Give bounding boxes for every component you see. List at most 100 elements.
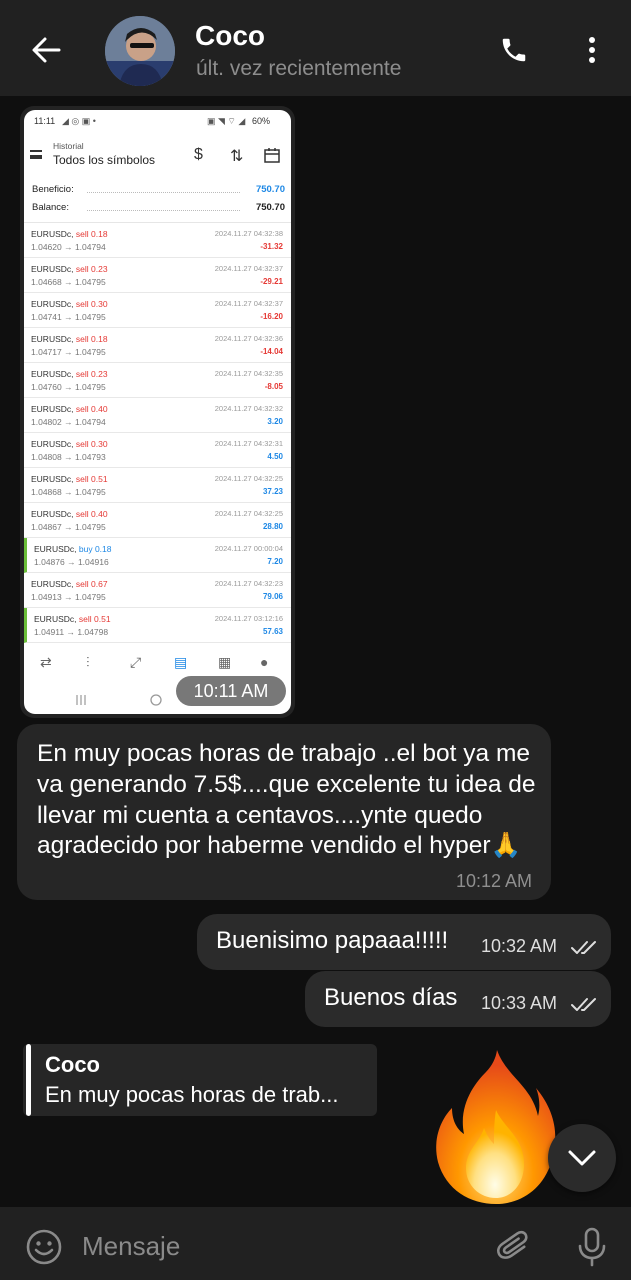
summary-row: Beneficio: 750.70	[32, 184, 285, 200]
trade-time: 2024.11.27 04:32:36	[214, 334, 283, 343]
reply-snippet: En muy pocas horas de trab...	[45, 1082, 339, 1107]
trade-profit: 37.23	[262, 487, 283, 496]
phone-icon[interactable]	[492, 28, 536, 72]
avatar[interactable]	[105, 16, 175, 86]
chevron-down-icon	[568, 1150, 596, 1166]
quoted-reply[interactable]: Coco En muy pocas horas de trab...	[23, 1044, 377, 1116]
outgoing-message[interactable]: Buenisimo papaaa!!!!! 10:32 AM	[197, 914, 611, 970]
trade-type: sell 0.67	[75, 579, 108, 589]
message-time: 10:33 AM	[481, 993, 558, 1013]
app-bottom-nav: ⇄ ⫶ ⤢ ▤ ▦ ●	[24, 650, 291, 678]
status-bar-icons: ◢ ◎ ▣ •	[62, 116, 96, 126]
trade-symbol-text: EURUSDc,	[31, 369, 74, 379]
trade-symbol: EURUSDc, sell 0.40	[31, 404, 108, 414]
trade-prices: 1.04911 → 1.04798	[34, 627, 109, 637]
trade-profit: -14.04	[260, 347, 283, 356]
back-arrow-icon[interactable]	[22, 28, 70, 72]
hamburger-menu-icon	[30, 150, 42, 159]
trade-profit: -31.32	[260, 242, 283, 251]
message-time: 10:32 AM	[481, 936, 558, 956]
trade-symbol: EURUSDc, sell 0.18	[31, 229, 108, 239]
trade-time: 2024.11.27 04:32:32	[214, 404, 283, 413]
trade-time: 2024.11.27 04:32:25	[214, 509, 283, 518]
trade-prices: 1.04620 → 1.04794	[31, 242, 106, 252]
trade-row: EURUSDc, sell 0.18 1.04717 → 1.04795 2024.…	[24, 328, 291, 363]
trade-row: EURUSDc, sell 0.51 1.04868 → 1.04795 2024.…	[24, 468, 291, 503]
trade-symbol-text: EURUSDc,	[31, 299, 74, 309]
trade-profit: 4.50	[267, 452, 283, 461]
trade-symbol-text: EURUSDc,	[31, 439, 74, 449]
trade-icon: ⤢	[130, 654, 142, 670]
history-icon: ▤	[174, 654, 188, 670]
trade-symbol: EURUSDc, sell 0.51	[31, 474, 108, 484]
trade-symbol: EURUSDc, sell 0.51	[34, 614, 111, 624]
scroll-down-button[interactable]	[548, 1124, 616, 1192]
more-vert-icon[interactable]	[572, 28, 612, 72]
trade-prices: 1.04868 → 1.04795	[31, 487, 106, 497]
trade-row: EURUSDc, sell 0.40 1.04867 → 1.04795 2024.…	[24, 503, 291, 538]
trade-profit: 57.63	[262, 627, 283, 636]
history-label: Historial	[53, 141, 84, 151]
trade-row: EURUSDc, sell 0.23 1.04668 → 1.04795 2024.…	[24, 258, 291, 293]
calendar-icon	[264, 147, 280, 168]
contact-name[interactable]: Coco	[195, 20, 265, 52]
trade-profit: 79.06	[262, 592, 283, 601]
reply-accent-bar	[26, 1044, 31, 1116]
status-bar-time: 11:11	[34, 116, 56, 126]
trade-profit: -29.21	[260, 277, 283, 286]
attach-icon[interactable]	[492, 1225, 536, 1269]
trade-type: sell 0.40	[75, 404, 108, 414]
trade-row: EURUSDc, sell 0.67 1.04913 → 1.04795 2024.…	[24, 573, 291, 608]
reply-author: Coco	[45, 1052, 100, 1077]
fire-sticker[interactable]	[432, 1046, 562, 1206]
trade-symbol: EURUSDc, sell 0.67	[31, 579, 108, 589]
trade-profit: -8.05	[264, 382, 283, 391]
message-input[interactable]	[82, 1225, 462, 1267]
chat-header: Coco últ. vez recientemente	[0, 0, 631, 96]
trade-type: sell 0.51	[78, 614, 111, 624]
summary-value: 750.70	[255, 202, 285, 213]
trade-type: sell 0.40	[75, 509, 108, 519]
photo-message[interactable]: 11:11 ◢ ◎ ▣ • ▣ ◥ ⌔ ◢ 60% Historial Todo…	[20, 106, 295, 718]
all-symbols-title: Todos los símbolos	[53, 153, 156, 167]
trade-prices: 1.04876 → 1.04916	[34, 557, 109, 567]
trade-time: 2024.11.27 04:32:38	[214, 229, 283, 238]
trade-symbol-text: EURUSDc,	[31, 474, 74, 484]
trade-symbol-text: EURUSDc,	[31, 334, 74, 344]
trade-symbol: EURUSDc, buy 0.18	[34, 544, 112, 554]
incoming-message[interactable]: En muy pocas horas de trabajo ..el bot y…	[17, 724, 551, 900]
trade-type: sell 0.18	[75, 334, 108, 344]
message-composer	[0, 1207, 631, 1280]
trade-row: EURUSDc, sell 0.30 1.04808 → 1.04793 2024.…	[24, 433, 291, 468]
trade-symbol-text: EURUSDc,	[31, 264, 74, 274]
trade-prices: 1.04913 → 1.04795	[31, 592, 106, 602]
trade-symbol-text: EURUSDc,	[31, 579, 74, 589]
trade-symbol-text: EURUSDc,	[34, 544, 77, 554]
trade-row: EURUSDc, sell 0.40 1.04802 → 1.04794 2024.…	[24, 398, 291, 433]
trade-type: sell 0.18	[75, 229, 108, 239]
trade-symbol: EURUSDc, sell 0.30	[31, 439, 108, 449]
trade-time: 2024.11.27 04:32:31	[214, 439, 283, 448]
emoji-icon[interactable]	[24, 1227, 64, 1267]
trade-profit: 7.20	[267, 557, 283, 566]
trade-row: EURUSDc, sell 0.23 1.04760 → 1.04795 2024.…	[24, 363, 291, 398]
message-time: 10:12 AM	[455, 871, 532, 891]
trade-symbol: EURUSDc, sell 0.18	[31, 334, 108, 344]
sort-icon: ⇅	[230, 148, 244, 165]
microphone-icon[interactable]	[570, 1225, 614, 1269]
trade-symbol-text: EURUSDc,	[31, 404, 74, 414]
trade-profit: 28.80	[262, 522, 283, 531]
trade-symbol: EURUSDc, sell 0.40	[31, 509, 108, 519]
trade-type: sell 0.30	[75, 439, 108, 449]
trade-symbol-text: EURUSDc,	[31, 509, 74, 519]
trade-prices: 1.04867 → 1.04795	[31, 522, 106, 532]
trade-time: 2024.11.27 04:32:35	[214, 369, 283, 378]
message-text: En muy pocas horas de trabajo ..el bot y…	[37, 740, 536, 860]
chart-icon: ⫶	[86, 654, 90, 670]
trade-time: 2024.11.27 04:32:37	[214, 264, 283, 273]
trade-row: EURUSDc, sell 0.51 1.04911 → 1.04798 2024.…	[24, 608, 291, 643]
trade-prices: 1.04741 → 1.04795	[31, 312, 106, 322]
outgoing-message[interactable]: Buenos días 10:33 AM	[305, 971, 611, 1027]
trade-time: 2024.11.27 04:32:37	[214, 299, 283, 308]
dollar-icon: $	[194, 146, 203, 163]
